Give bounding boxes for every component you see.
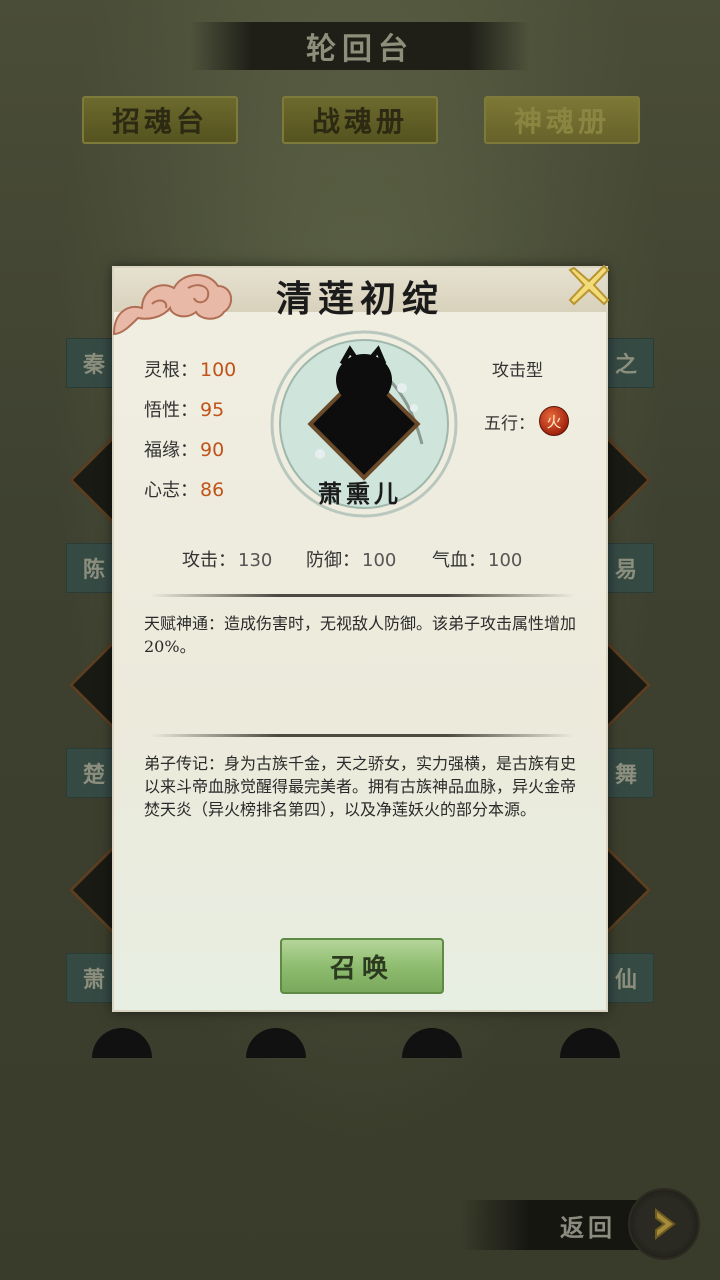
character-detail-dialog: 清莲初绽 灵根： 100 悟性： 95 福缘： 90 心志： 86 萧熏儿 攻击型 五行… [112, 264, 610, 1012]
stat-value: 95 [200, 399, 225, 421]
arrow-right-icon[interactable] [628, 1188, 700, 1260]
tab-summon-soul[interactable]: 招魂台 [82, 96, 238, 144]
tab-war-soul-book[interactable]: 战魂册 [282, 96, 438, 144]
divider [150, 734, 574, 737]
arrow-right-glyph [655, 1207, 676, 1241]
element-label: 五行： [484, 413, 535, 434]
stat-spirit-root: 灵根： 100 [144, 356, 236, 382]
stat-label: 灵根： [144, 360, 198, 381]
back-label: 返回 [560, 1213, 616, 1242]
character-name: 萧熏儿 [318, 479, 402, 508]
combat-label: 防御： [306, 550, 360, 571]
combat-label: 气血： [432, 550, 486, 571]
stat-value: 90 [200, 439, 225, 461]
tab-divine-soul-book[interactable]: 神魂册 [484, 96, 640, 144]
talent-description: 天赋神通：造成伤害时，无视敌人防御。该弟子攻击属性增加20%。 [144, 614, 577, 656]
tab-label: 战魂册 [311, 105, 408, 138]
character-type: 攻击型 [492, 361, 543, 381]
header-title-bar: 轮回台 [190, 22, 530, 70]
page-title: 轮回台 [306, 32, 414, 67]
stat-value: 100 [200, 359, 237, 381]
close-icon[interactable] [566, 262, 612, 308]
divider [150, 594, 574, 597]
summon-label: 召唤 [329, 953, 394, 984]
stat-label: 福缘： [144, 440, 198, 461]
fire-icon: 火 [539, 406, 569, 436]
five-elements: 五行： 火 [484, 406, 569, 436]
stat-label: 悟性： [144, 400, 198, 421]
combat-value: 130 [238, 550, 273, 571]
stat-comprehension: 悟性： 95 [144, 396, 224, 422]
combat-value: 100 [362, 550, 397, 571]
combat-defense: 防御： 100 [306, 546, 396, 572]
combat-hp: 气血： 100 [432, 546, 522, 572]
element-glyph: 火 [546, 412, 562, 431]
tab-label: 神魂册 [513, 105, 610, 138]
combat-attack: 攻击： 130 [182, 546, 272, 572]
combat-value: 100 [488, 550, 523, 571]
dialog-title: 清莲初绽 [275, 278, 444, 320]
tab-label: 招魂台 [111, 105, 208, 138]
combat-label: 攻击： [182, 550, 236, 571]
stat-fortune: 福缘： 90 [144, 436, 224, 462]
biography-description: 弟子传记：身为古族千金，天之骄女，实力强横，是古族有史以来斗帝血脉觉醒得最完美者… [144, 754, 577, 819]
back-button[interactable]: 返回 [460, 1188, 700, 1260]
summon-button[interactable]: 召唤 [280, 938, 444, 994]
